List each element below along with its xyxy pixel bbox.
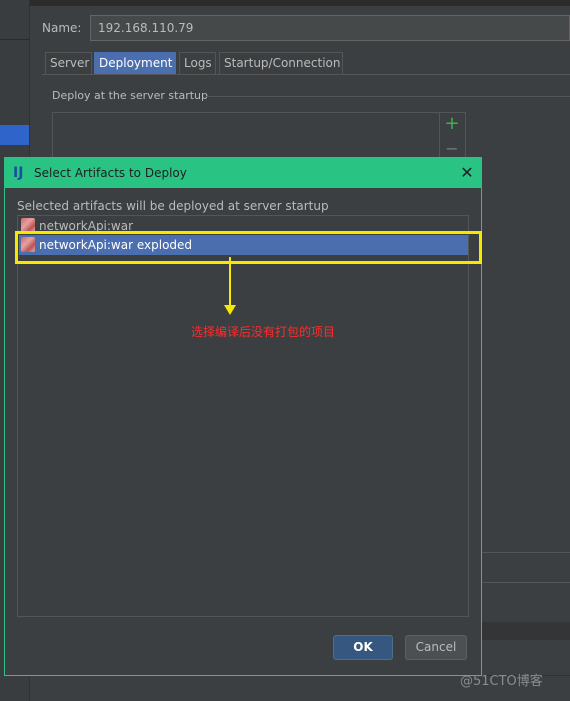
tab-logs[interactable]: Logs (179, 52, 216, 74)
deploy-artifact-list[interactable] (52, 112, 440, 162)
yellow-highlight-box (15, 231, 482, 264)
close-icon[interactable]: ✕ (457, 163, 477, 183)
dialog-description: Selected artifacts will be deployed at s… (17, 199, 329, 213)
name-input[interactable]: 192.168.110.79 (90, 15, 570, 41)
artifact-list[interactable]: networkApi:war networkApi:war exploded (17, 215, 469, 617)
dialog-title: Select Artifacts to Deploy (34, 166, 187, 180)
add-icon[interactable]: + (444, 114, 460, 134)
remove-icon[interactable]: − (444, 140, 460, 158)
deploy-group-divider (205, 96, 570, 97)
left-panel-selected-item[interactable] (0, 125, 29, 145)
background-divider (482, 552, 570, 553)
tab-startup-connection[interactable]: Startup/Connection (219, 52, 343, 74)
annotation-arrow-line (229, 257, 231, 305)
background-divider (482, 582, 570, 583)
cancel-button[interactable]: Cancel (405, 635, 467, 660)
tab-deployment[interactable]: Deployment (94, 52, 176, 74)
top-edge (30, 0, 570, 6)
annotation-arrow-head (224, 305, 236, 315)
tabs-divider (42, 74, 570, 75)
name-label: Name: (42, 21, 82, 35)
tab-server[interactable]: Server (45, 52, 92, 74)
deploy-group-label: Deploy at the server startup (52, 89, 209, 102)
watermark: @51CTO博客 (460, 674, 543, 689)
background-panel (482, 622, 570, 640)
select-artifacts-dialog: IJ Select Artifacts to Deploy ✕ Selected… (4, 157, 482, 676)
annotation-text: 选择编译后没有打包的项目 (191, 325, 336, 339)
intellij-icon: IJ (13, 165, 24, 181)
dialog-titlebar[interactable]: IJ Select Artifacts to Deploy ✕ (5, 158, 481, 188)
ok-button[interactable]: OK (333, 635, 393, 660)
left-panel-divider (0, 39, 30, 40)
